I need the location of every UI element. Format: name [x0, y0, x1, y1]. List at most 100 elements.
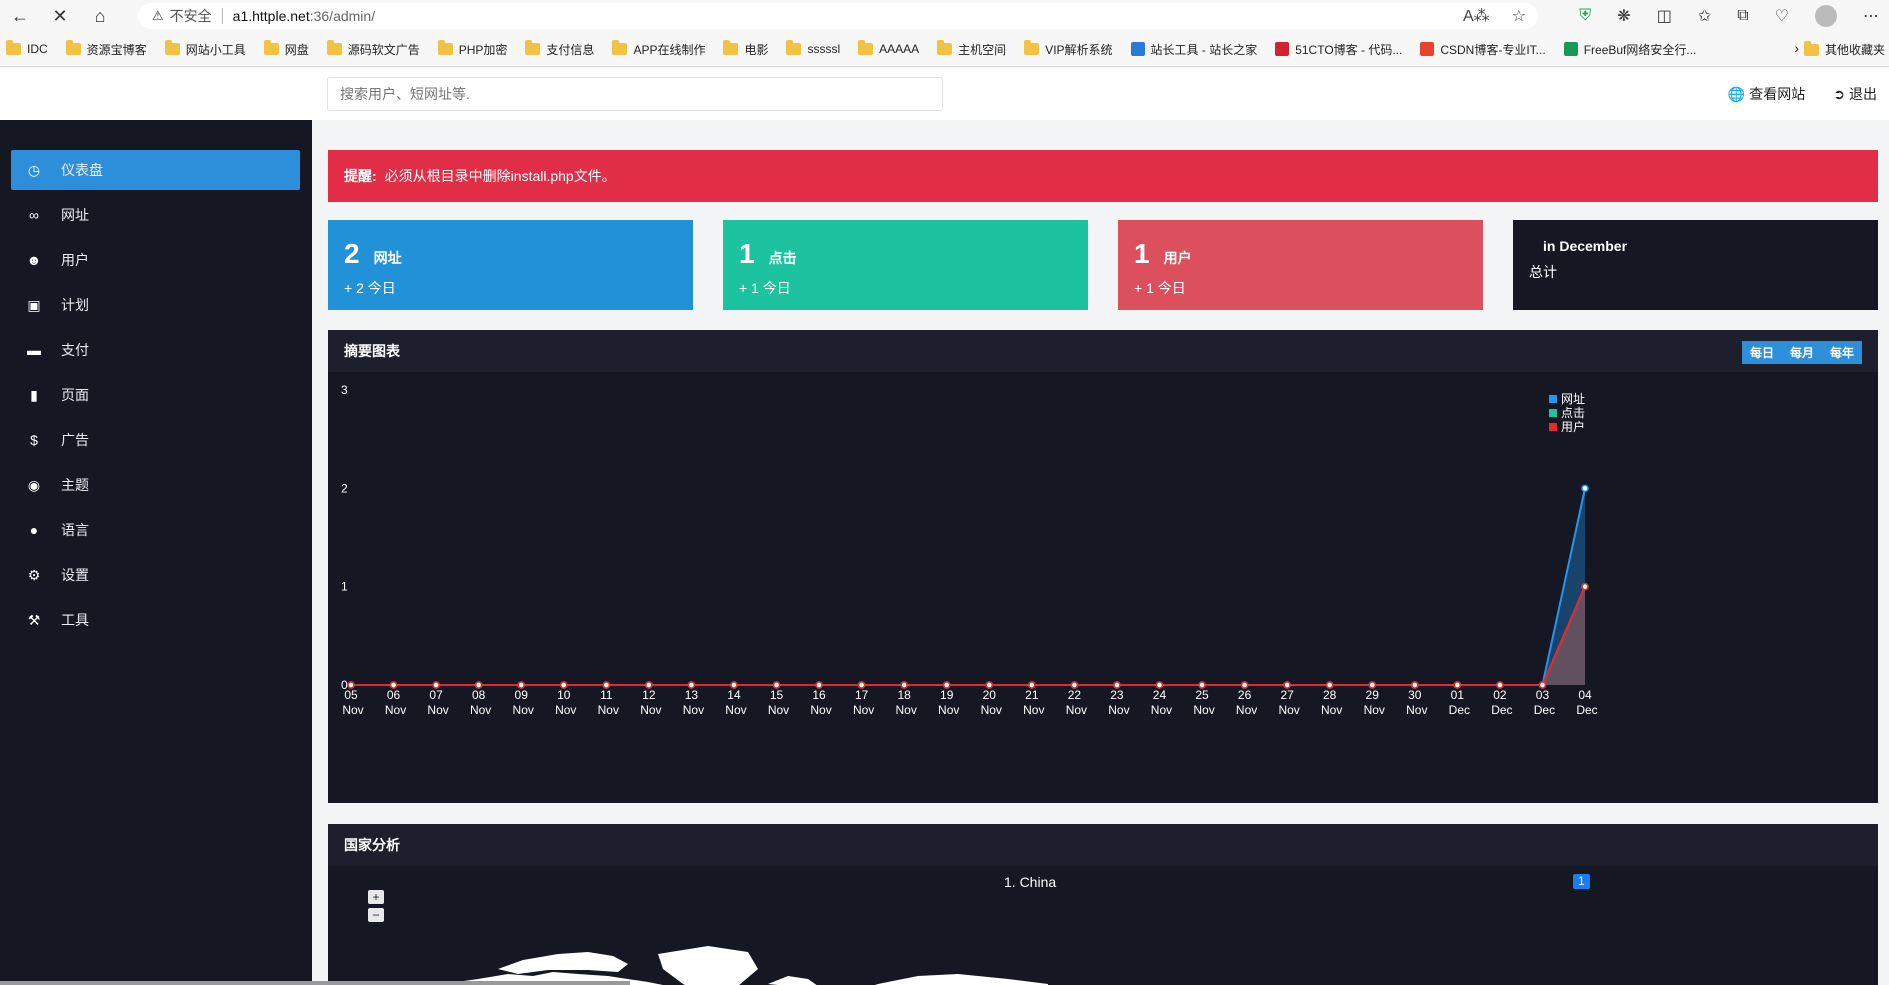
- other-bookmarks-label: 其他收藏夹: [1824, 43, 1885, 57]
- sidebar-item[interactable]: ◉ 主题: [11, 465, 300, 505]
- stat-card-urls[interactable]: 2 网址 + 2 今日: [328, 220, 693, 310]
- zoom-out-button[interactable]: −: [368, 908, 384, 922]
- bookmark-item[interactable]: 电影: [723, 40, 768, 58]
- x-tick-label: 25: [1195, 688, 1209, 702]
- data-point: [432, 681, 440, 689]
- summary-chart: 012305Nov06Nov07Nov08Nov09Nov10Nov11Nov1…: [341, 383, 1598, 717]
- bookmark-item[interactable]: sssssl: [786, 40, 840, 56]
- bookmark-item[interactable]: 站长工具 - 站长之家: [1130, 41, 1257, 58]
- sidebar-item[interactable]: ∞ 网址: [11, 195, 300, 235]
- browser-toolbar: ← ✕ ⌂ ⚠ 不安全 a1.httple.net:36/admin/ A⁂ ☆…: [0, 0, 1889, 32]
- stat-card-december[interactable]: in December 总计: [1513, 220, 1878, 310]
- view-site-label: 查看网站: [1749, 86, 1806, 102]
- stat-card-clicks[interactable]: 1 点击 + 1 今日: [723, 220, 1088, 310]
- bookmark-label: 资源宝博客: [86, 42, 147, 57]
- sidebar-item-label: 设置: [61, 567, 89, 583]
- chevron-right-icon[interactable]: ›: [1794, 40, 1799, 56]
- world-map[interactable]: [348, 924, 1048, 985]
- series-line: [351, 586, 1586, 686]
- logout-link[interactable]: ➲ 退出: [1833, 84, 1877, 104]
- link-icon: ∞: [29, 207, 39, 223]
- bookmark-item[interactable]: VIP解析系统: [1024, 40, 1113, 58]
- back-icon[interactable]: ←: [0, 0, 40, 32]
- wrench-icon: ⚒: [27, 611, 41, 628]
- sidebar-item[interactable]: ⚒ 工具: [11, 600, 300, 640]
- bookmark-item[interactable]: FreeBuf网络安全行...: [1563, 41, 1696, 58]
- address-bar[interactable]: ⚠ 不安全 a1.httple.net:36/admin/ A⁂ ☆: [138, 3, 1538, 29]
- folder-icon: [65, 40, 81, 55]
- read-aloud-icon[interactable]: A⁂: [1463, 6, 1490, 26]
- data-point: [900, 681, 908, 689]
- shield-icon[interactable]: ⛨: [1579, 7, 1591, 25]
- sidebar-item[interactable]: ⚙ 设置: [11, 555, 300, 595]
- x-tick-label: Dec: [1534, 703, 1555, 717]
- bookmark-item[interactable]: IDC: [6, 40, 48, 56]
- sidebar-item[interactable]: ▮ 页面: [11, 375, 300, 415]
- logout-label: 退出: [1849, 86, 1877, 102]
- bookmark-item[interactable]: APP在线制作: [612, 40, 705, 58]
- chart-panel-title: 摘要图表: [344, 343, 400, 359]
- bookmark-item[interactable]: 主机空间: [937, 40, 1006, 58]
- bookmark-label: 支付信息: [546, 42, 595, 57]
- more-icon[interactable]: ⋯: [1863, 6, 1879, 26]
- tab-daily[interactable]: 每日: [1742, 341, 1782, 364]
- briefcase-icon: ▣: [27, 296, 41, 313]
- bookmark-item[interactable]: 网盘: [263, 40, 309, 58]
- stat-number: 1: [739, 238, 755, 269]
- sidebar-item[interactable]: ☻ 用户: [11, 240, 300, 280]
- star-icon[interactable]: ☆: [1512, 6, 1526, 26]
- bookmark-item[interactable]: 支付信息: [525, 40, 595, 58]
- home-icon[interactable]: ⌂: [80, 0, 120, 32]
- x-tick-label: Nov: [768, 703, 789, 717]
- close-icon[interactable]: ✕: [40, 0, 80, 32]
- x-tick-label: 09: [515, 688, 529, 702]
- bookmark-item[interactable]: 资源宝博客: [65, 40, 147, 58]
- x-tick-label: Nov: [598, 703, 619, 717]
- extensions-icon[interactable]: ❋: [1617, 6, 1630, 26]
- series-area: [351, 488, 1585, 685]
- url-divider: [221, 8, 223, 24]
- x-tick-label: Dec: [1576, 703, 1597, 717]
- x-tick-label: Nov: [1108, 703, 1129, 717]
- bookmark-item[interactable]: AAAAA: [858, 40, 919, 56]
- favorites-icon[interactable]: ✩: [1698, 6, 1711, 26]
- sidebar-item-label: 页面: [61, 387, 89, 403]
- x-tick-label: 06: [387, 688, 401, 702]
- sidebar-item[interactable]: $ 广告: [11, 420, 300, 460]
- data-point: [1581, 582, 1589, 591]
- data-point: [1325, 681, 1334, 689]
- x-tick-label: 04: [1578, 688, 1592, 702]
- stat-sub: + 1 今日: [1134, 280, 1186, 296]
- health-icon[interactable]: ♡: [1775, 6, 1789, 26]
- zoom-in-button[interactable]: +: [368, 890, 384, 904]
- x-tick-label: Nov: [981, 703, 1002, 717]
- bookmark-item[interactable]: 源码软文广告: [326, 40, 420, 58]
- bookmark-item[interactable]: 51CTO博客 - 代码...: [1275, 41, 1402, 58]
- data-point: [560, 681, 568, 689]
- stat-card-users[interactable]: 1 用户 + 1 今日: [1118, 220, 1483, 310]
- collections-icon[interactable]: ⧉: [1737, 7, 1748, 25]
- x-tick-label: Nov: [1278, 703, 1299, 717]
- x-tick-label: Nov: [1066, 703, 1087, 717]
- x-tick-label: Dec: [1449, 703, 1470, 717]
- bookmark-item[interactable]: 网站小工具: [164, 40, 246, 58]
- bookmark-item[interactable]: PHP加密: [437, 40, 507, 58]
- sidebar-item[interactable]: ▣ 计划: [11, 285, 300, 325]
- x-tick-label: Dec: [1491, 703, 1512, 717]
- bookmark-item[interactable]: CSDN博客-专业IT...: [1420, 41, 1546, 58]
- horizontal-scrollbar[interactable]: [0, 981, 630, 985]
- x-tick-label: 30: [1408, 688, 1422, 702]
- country-count-badge: 1: [1573, 874, 1590, 889]
- split-screen-icon[interactable]: ◫: [1657, 6, 1672, 26]
- tab-monthly[interactable]: 每月: [1782, 341, 1822, 364]
- series-area: [351, 586, 1585, 685]
- tab-yearly[interactable]: 每年: [1822, 341, 1862, 364]
- sidebar-item[interactable]: ◷ 仪表盘: [11, 150, 300, 190]
- sidebar-item[interactable]: ● 语言: [11, 510, 300, 550]
- view-site-link[interactable]: 🌐 查看网站: [1728, 84, 1805, 104]
- search-input[interactable]: [327, 77, 943, 111]
- sidebar-item[interactable]: ▬ 支付: [11, 330, 300, 370]
- other-bookmarks[interactable]: 其他收藏夹: [1803, 32, 1889, 66]
- profile-avatar[interactable]: [1815, 5, 1837, 27]
- map-panel-title: 国家分析: [344, 837, 400, 853]
